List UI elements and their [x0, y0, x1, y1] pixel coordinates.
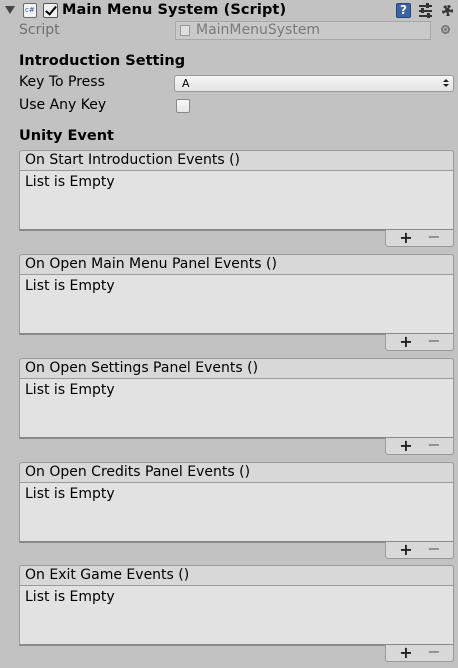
- script-value: MainMenuSystem: [196, 22, 321, 38]
- key-to-press-value: A: [182, 77, 190, 90]
- event-list-footer: + −: [385, 437, 454, 455]
- add-button[interactable]: +: [399, 230, 413, 246]
- use-any-key-label: Use Any Key: [19, 97, 107, 113]
- script-icon: [23, 3, 37, 18]
- component-enabled-checkbox[interactable]: [43, 3, 58, 18]
- event-list-footer: + −: [385, 333, 454, 351]
- event-list-footer: + −: [385, 229, 454, 247]
- remove-button[interactable]: −: [427, 437, 441, 453]
- key-to-press-dropdown[interactable]: A: [174, 75, 454, 92]
- event-list-header: On Start Introduction Events (): [19, 150, 454, 171]
- remove-button[interactable]: −: [427, 229, 441, 245]
- help-icon[interactable]: [396, 3, 411, 18]
- inspector-panel: Main Menu System (Script) Script MainMen…: [0, 0, 458, 668]
- event-list-header: On Exit Game Events (): [19, 565, 454, 586]
- script-label: Script: [19, 22, 60, 38]
- unity-event-header: Unity Event: [19, 128, 114, 144]
- presets-icon[interactable]: [418, 3, 433, 18]
- event-list-footer: + −: [385, 644, 454, 662]
- event-list-header: On Open Main Menu Panel Events (): [19, 254, 454, 275]
- use-any-key-checkbox[interactable]: [176, 99, 190, 113]
- event-list-body: List is Empty: [19, 482, 454, 543]
- add-button[interactable]: +: [399, 438, 413, 454]
- remove-button[interactable]: −: [427, 644, 441, 660]
- component-header: Main Menu System (Script): [0, 0, 458, 22]
- remove-button[interactable]: −: [427, 541, 441, 557]
- event-list-body: List is Empty: [19, 274, 454, 335]
- foldout-arrow-icon[interactable]: [5, 6, 15, 14]
- introduction-setting-header: Introduction Setting: [19, 53, 186, 69]
- add-button[interactable]: +: [399, 542, 413, 558]
- component-title: Main Menu System (Script): [62, 2, 287, 18]
- key-to-press-label: Key To Press: [19, 74, 105, 90]
- script-object-field: MainMenuSystem: [175, 21, 431, 40]
- remove-button[interactable]: −: [427, 333, 441, 349]
- add-button[interactable]: +: [399, 334, 413, 350]
- event-list-header: On Open Settings Panel Events (): [19, 358, 454, 379]
- event-list-footer: + −: [385, 541, 454, 559]
- gear-icon[interactable]: [440, 3, 455, 18]
- event-list-body: List is Empty: [19, 170, 454, 231]
- event-list-header: On Open Credits Panel Events (): [19, 462, 454, 483]
- dropdown-arrows-icon: [443, 79, 449, 88]
- event-list-body: List is Empty: [19, 378, 454, 439]
- event-list-body: List is Empty: [19, 585, 454, 646]
- object-picker-icon: [441, 25, 450, 34]
- add-button[interactable]: +: [399, 645, 413, 661]
- script-file-icon: [180, 25, 190, 36]
